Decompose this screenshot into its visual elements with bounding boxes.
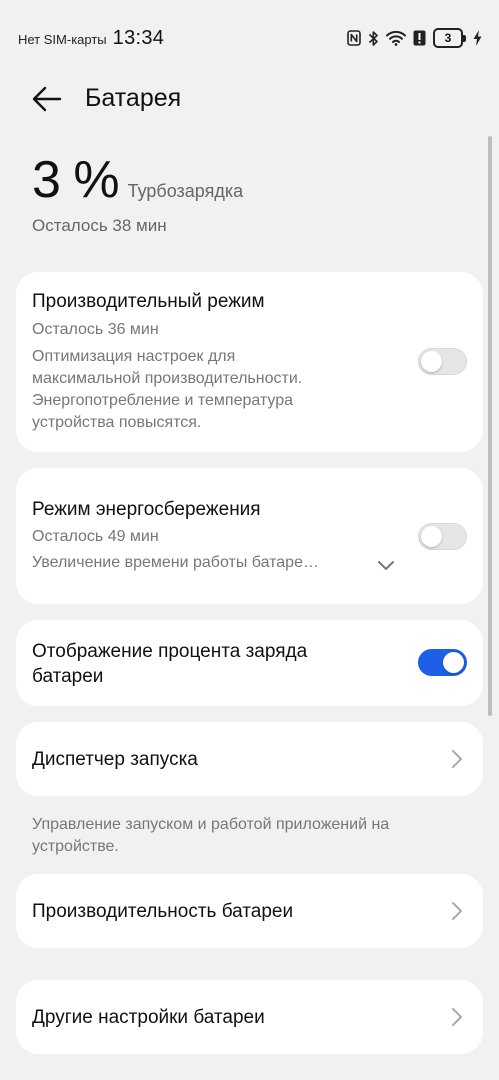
scrollbar[interactable] — [488, 136, 492, 716]
chevron-right-icon — [452, 1008, 462, 1026]
battery-percentage-card[interactable]: Отображение процента заряда батареи — [16, 620, 483, 706]
performance-mode-remaining: Осталось 36 мин — [32, 321, 159, 338]
performance-mode-title: Производительный режим — [32, 291, 265, 312]
other-settings-title: Другие настройки батареи — [32, 1007, 265, 1028]
performance-mode-card[interactable]: Производительный режим Осталось 36 мин О… — [16, 272, 483, 452]
toggle-knob — [421, 351, 442, 372]
other-settings-card[interactable]: Другие настройки батареи — [16, 980, 483, 1054]
header: Батарея — [0, 76, 499, 122]
expand-chevron-icon[interactable] — [377, 559, 395, 577]
sim-status: Нет SIM-карты — [18, 31, 107, 47]
launch-manager-title: Диспетчер запуска — [32, 749, 198, 770]
launch-manager-footnote: Управление запуском и работой приложений… — [32, 816, 390, 855]
battery-percentage-toggle[interactable] — [418, 649, 467, 676]
battery-percentage-title-line2: батареи — [32, 666, 104, 687]
battery-performance-card[interactable]: Производительность батареи — [16, 874, 483, 948]
battery-remaining: Осталось 38 мин — [32, 216, 167, 235]
battery-summary: 3 % Турбозарядка Осталось 38 мин — [32, 150, 243, 236]
performance-mode-description: Оптимизация настроек для максимальной пр… — [32, 348, 303, 431]
alert-icon — [413, 30, 426, 46]
back-arrow-icon — [32, 86, 62, 112]
launch-manager-card[interactable]: Диспетчер запуска — [16, 722, 483, 796]
back-button[interactable] — [30, 84, 64, 114]
battery-performance-title: Производительность батареи — [32, 901, 294, 922]
status-bar: Нет SIM-карты 13:34 3 — [0, 0, 499, 76]
toggle-knob — [443, 652, 464, 673]
power-saving-remaining: Осталось 49 мин — [32, 528, 159, 545]
chevron-right-icon — [452, 902, 462, 920]
power-saving-description: Увеличение времени работы батаре… — [32, 554, 319, 571]
bluetooth-icon — [368, 30, 379, 47]
status-icons: 3 — [347, 28, 482, 48]
power-saving-title: Режим энергосбережения — [32, 499, 261, 520]
performance-mode-toggle[interactable] — [418, 348, 467, 375]
battery-level-row: 3 % Турбозарядка — [32, 150, 243, 210]
nfc-icon — [347, 30, 361, 46]
battery-level: 3 % — [32, 151, 120, 209]
power-saving-toggle[interactable] — [418, 523, 467, 550]
charging-icon — [473, 30, 482, 46]
power-saving-card[interactable]: Режим энергосбережения Осталось 49 мин У… — [16, 468, 483, 604]
battery-icon: 3 — [433, 28, 466, 48]
charge-mode: Турбозарядка — [127, 181, 244, 201]
page-title: Батарея — [85, 84, 182, 112]
chevron-right-icon — [452, 750, 462, 768]
battery-percentage-title-line1: Отображение процента заряда — [32, 641, 308, 662]
status-left: Нет SIM-карты 13:34 — [18, 27, 164, 50]
toggle-knob — [421, 526, 442, 547]
wifi-icon — [386, 30, 406, 46]
clock: 13:34 — [112, 26, 165, 49]
